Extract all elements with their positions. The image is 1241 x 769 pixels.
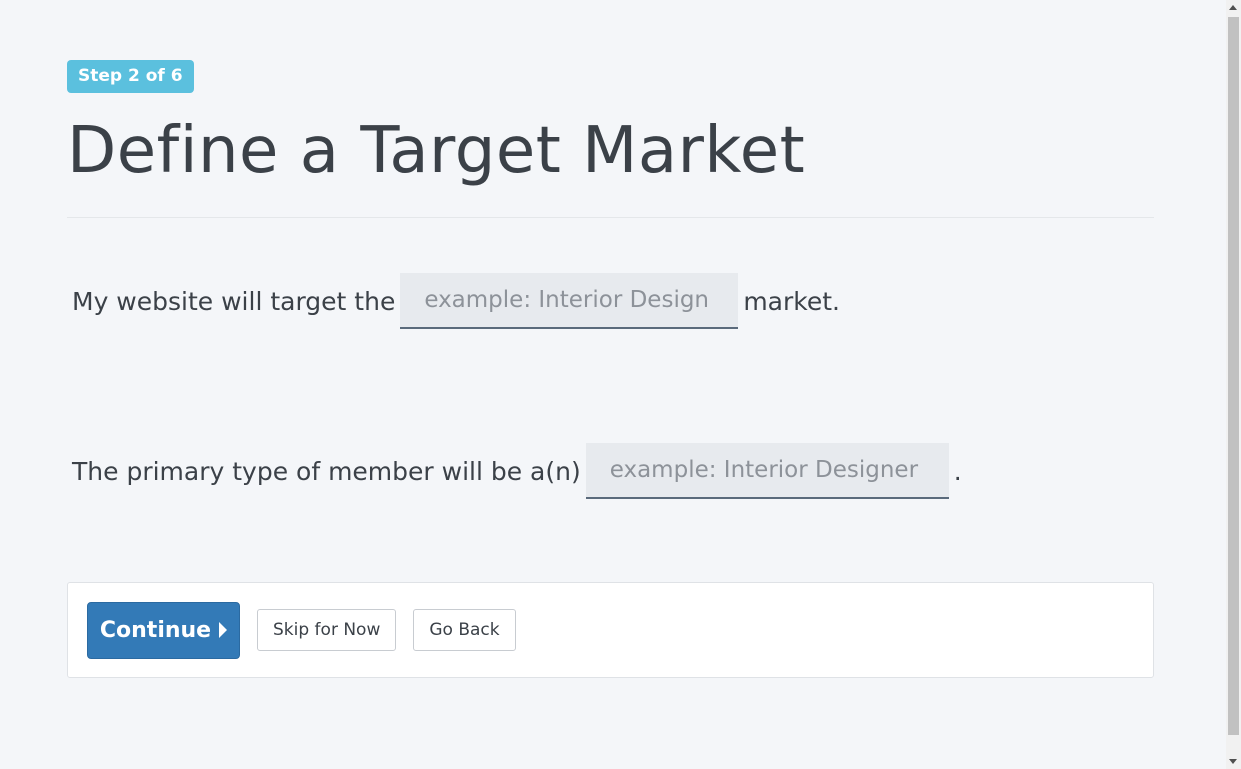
scrollbar-thumb[interactable] (1228, 17, 1239, 735)
scroll-up-arrow-icon[interactable] (1229, 5, 1237, 10)
title-divider (67, 217, 1154, 218)
main-content: Step 2 of 6 Define a Target Market My we… (67, 60, 1154, 678)
continue-button[interactable]: Continue (87, 601, 240, 659)
target-market-input[interactable] (400, 273, 739, 329)
go-back-button[interactable]: Go Back (413, 609, 516, 651)
market-sentence-suffix: market. (743, 286, 840, 316)
member-type-input[interactable] (585, 443, 949, 499)
member-sentence: The primary type of member will be a(n) … (72, 443, 962, 499)
page: Step 2 of 6 Define a Target Market My we… (0, 0, 1241, 769)
action-panel: Continue Skip for Now Go Back (67, 582, 1154, 678)
continue-button-label: Continue (99, 617, 212, 643)
member-sentence-prefix: The primary type of member will be a(n) (72, 456, 581, 486)
page-title: Define a Target Market (67, 114, 806, 188)
step-badge: Step 2 of 6 (67, 60, 194, 93)
market-sentence-prefix: My website will target the (72, 286, 396, 316)
skip-for-now-button[interactable]: Skip for Now (257, 609, 397, 651)
market-sentence: My website will target the market. (72, 273, 840, 329)
scroll-down-arrow-icon[interactable] (1229, 759, 1237, 764)
caret-right-icon (219, 622, 228, 638)
vertical-scrollbar[interactable] (1226, 0, 1241, 769)
member-sentence-suffix: . (953, 456, 962, 486)
